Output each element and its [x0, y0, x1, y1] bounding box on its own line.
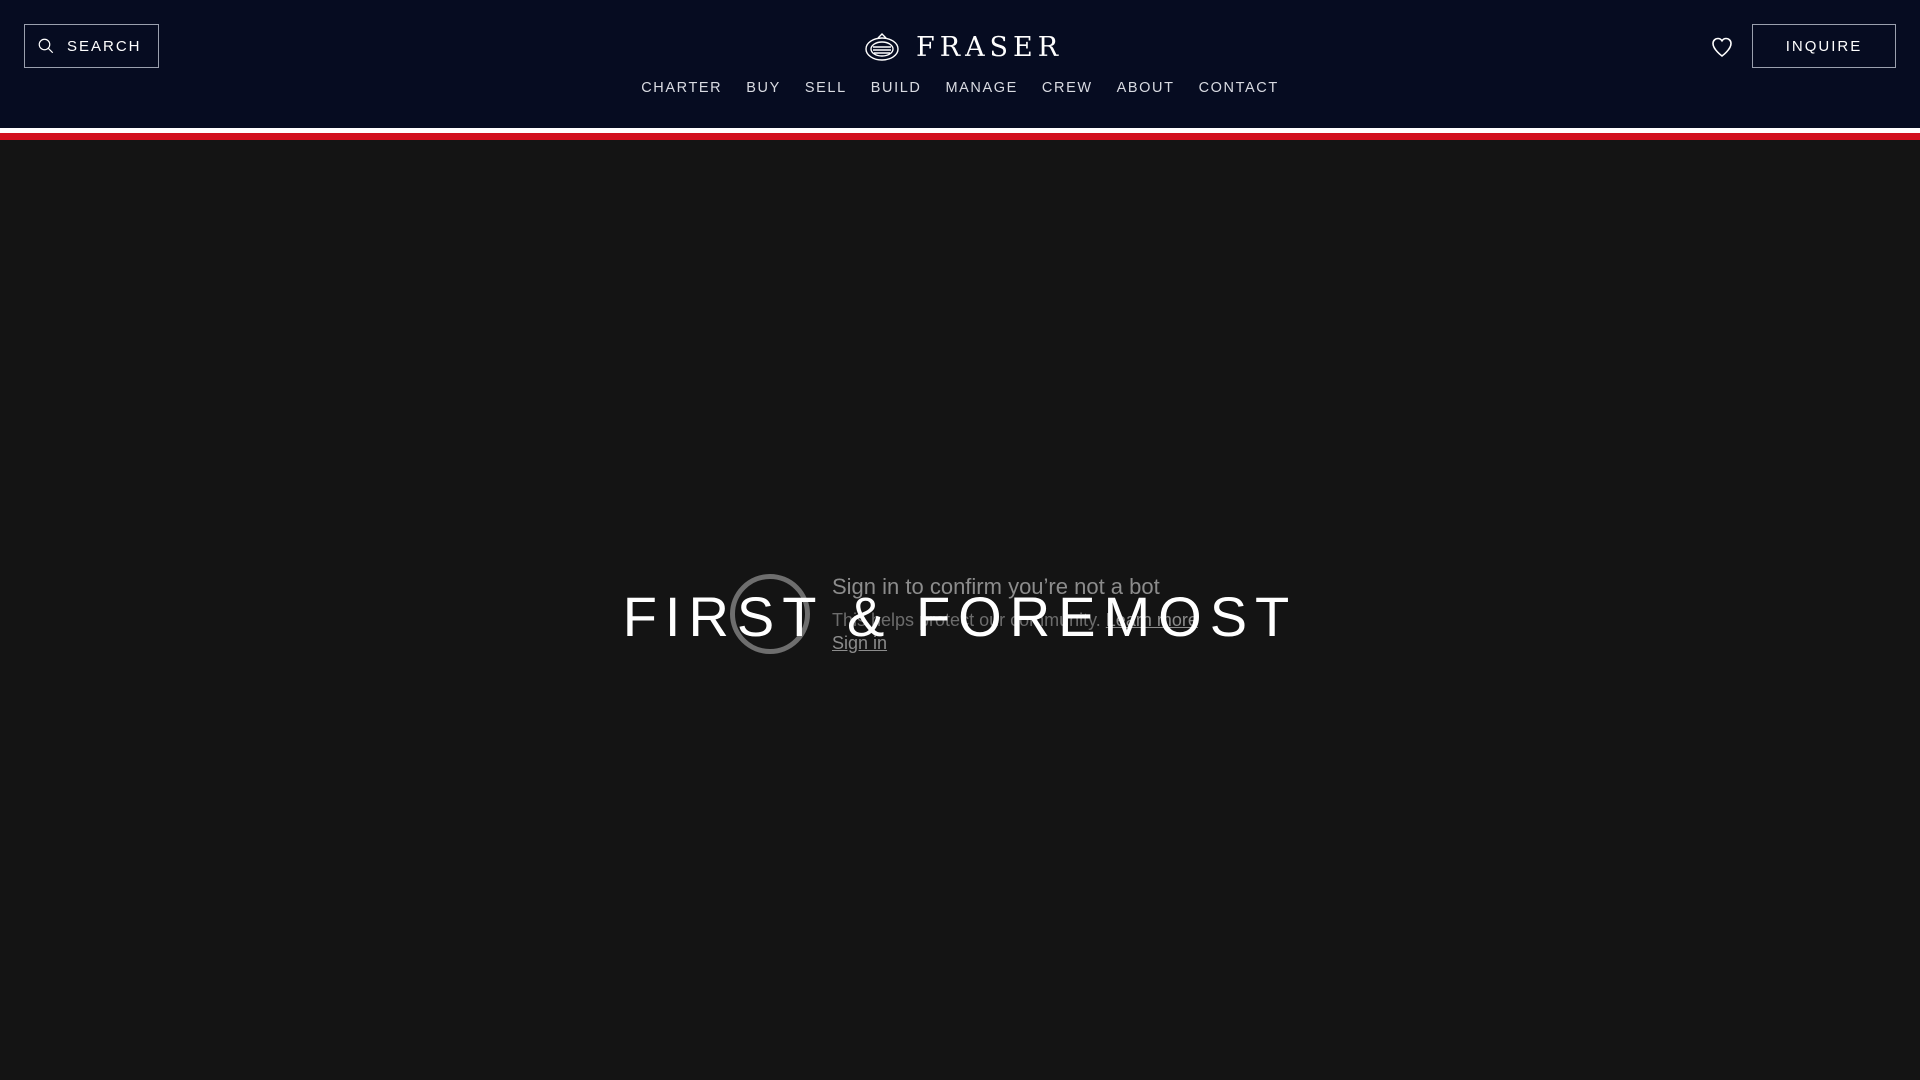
- nav-item-about[interactable]: ABOUT: [1105, 80, 1187, 96]
- nav-item-crew[interactable]: CREW: [1030, 80, 1105, 96]
- search-label: SEARCH: [67, 37, 142, 55]
- search-button[interactable]: SEARCH: [24, 24, 159, 68]
- nav-item-charter[interactable]: CHARTER: [629, 80, 734, 96]
- search-icon: [38, 38, 54, 54]
- logo-text: FRASER: [916, 31, 1064, 63]
- nav-item-build[interactable]: BUILD: [859, 80, 934, 96]
- site-header: SEARCH FRASER CHARTER BUY SELL BUILD MAN…: [0, 0, 1920, 128]
- main-navigation: CHARTER BUY SELL BUILD MANAGE CREW ABOUT…: [0, 80, 1920, 96]
- heart-icon[interactable]: [1710, 35, 1734, 59]
- header-stripes: [0, 128, 1920, 140]
- fraser-logo[interactable]: FRASER: [864, 30, 1063, 64]
- nav-item-sell[interactable]: SELL: [793, 80, 859, 96]
- nav-item-contact[interactable]: CONTACT: [1187, 80, 1291, 96]
- inquire-button[interactable]: INQUIRE: [1752, 24, 1896, 68]
- nav-item-buy[interactable]: BUY: [734, 80, 793, 96]
- hero-title: FIRST & FOREMOST: [622, 585, 1298, 648]
- fraser-emblem-icon: [865, 33, 899, 61]
- nav-item-manage[interactable]: MANAGE: [933, 80, 1029, 96]
- stripe-red: [0, 133, 1920, 140]
